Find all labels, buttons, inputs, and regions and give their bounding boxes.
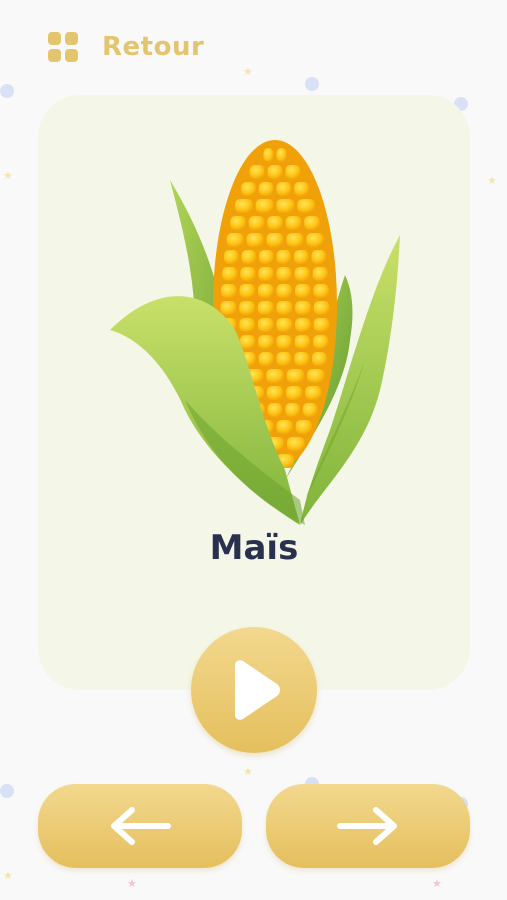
decor-star: ★ bbox=[127, 877, 137, 890]
back-label: Retour bbox=[102, 32, 205, 62]
next-button[interactable] bbox=[266, 784, 470, 868]
play-icon bbox=[235, 660, 280, 720]
word-label: Maïs bbox=[209, 528, 299, 568]
grid-icon bbox=[48, 32, 78, 62]
decor-dot bbox=[305, 77, 319, 91]
corn-image bbox=[100, 140, 410, 530]
decor-star: ★ bbox=[487, 174, 497, 187]
decor-dot bbox=[0, 784, 14, 798]
decor-star: ★ bbox=[3, 869, 13, 882]
arrow-right-icon bbox=[337, 807, 397, 845]
arrow-left-icon bbox=[111, 807, 171, 845]
decor-star: ★ bbox=[3, 169, 13, 182]
decor-star: ★ bbox=[243, 65, 253, 78]
decor-star: ★ bbox=[432, 877, 442, 890]
back-button[interactable]: Retour bbox=[48, 30, 204, 64]
play-button[interactable] bbox=[191, 627, 317, 753]
previous-button[interactable] bbox=[38, 784, 242, 868]
decor-dot bbox=[0, 84, 14, 98]
decor-star: ★ bbox=[243, 765, 253, 778]
